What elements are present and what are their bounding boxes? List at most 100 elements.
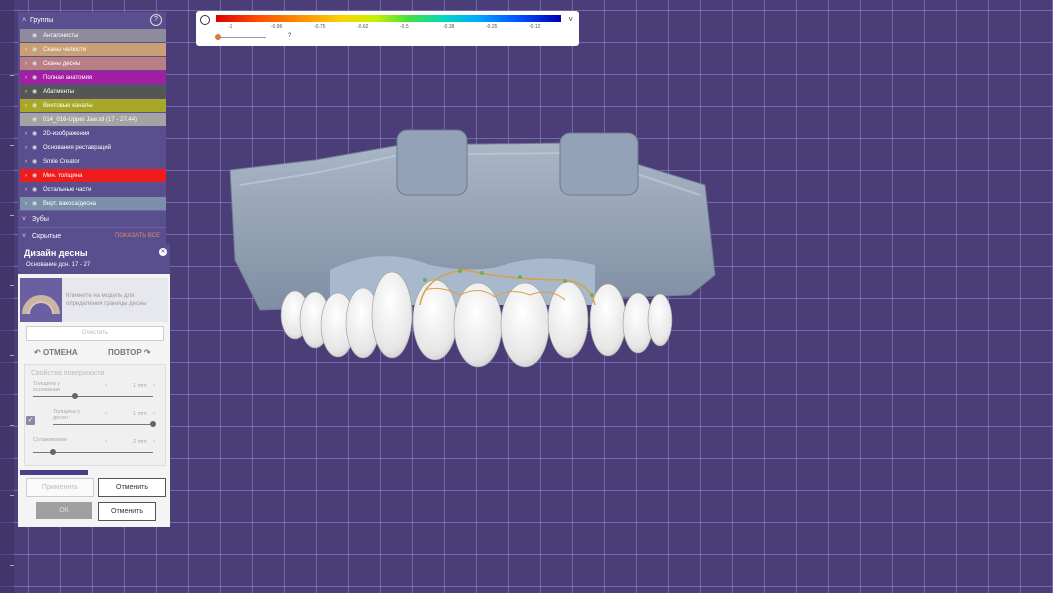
- eye-icon[interactable]: ◉: [32, 158, 40, 165]
- group-row[interactable]: › ◉ Остальные части: [20, 183, 166, 196]
- thickness-base-row: Толщина у основания ‹ 1 mm ›: [33, 381, 159, 401]
- eye-icon[interactable]: ◉: [32, 32, 40, 39]
- group-row[interactable]: › ◉ Абатменты: [20, 85, 166, 98]
- chevron-down-icon[interactable]: ˅: [22, 216, 32, 223]
- dental-model-viewport[interactable]: [220, 125, 730, 375]
- eye-icon[interactable]: ◉: [32, 46, 40, 53]
- group-row[interactable]: › ◉ Винтовые каналы: [20, 99, 166, 112]
- eye-icon[interactable]: ◉: [32, 60, 40, 67]
- increment-icon[interactable]: ›: [153, 439, 155, 445]
- eye-icon[interactable]: ◉: [32, 186, 40, 193]
- teeth-section[interactable]: ˅ Зубы: [18, 210, 166, 227]
- group-row[interactable]: › ◉ Сканы десны: [20, 57, 166, 70]
- decrement-icon[interactable]: ‹: [105, 439, 107, 445]
- slider-handle[interactable]: [150, 421, 156, 427]
- group-label: Мин. толщина: [43, 172, 83, 179]
- chevron-up-icon[interactable]: ˄: [22, 17, 30, 24]
- scale-help[interactable]: ?: [288, 33, 291, 39]
- cancel-button-2[interactable]: Отменить: [98, 502, 156, 521]
- increment-icon[interactable]: ›: [153, 383, 155, 389]
- scale-tick-label: -0.38: [443, 24, 455, 30]
- group-label: Остальные части: [43, 186, 92, 193]
- thickness-tooth-checkbox[interactable]: ✓: [26, 416, 35, 425]
- panel-header: Дизайн десны Основание дсн. 17 - 27 ✕: [18, 244, 170, 274]
- chevron-right-icon[interactable]: ›: [20, 145, 32, 151]
- group-row[interactable]: › ◉ Полная анатомия: [20, 71, 166, 84]
- increment-icon[interactable]: ›: [153, 411, 155, 417]
- eye-icon[interactable]: ◉: [32, 102, 40, 109]
- group-row[interactable]: ◉ Антагонисты: [20, 29, 166, 42]
- scale-tick-label: -1: [228, 24, 233, 30]
- slider-handle[interactable]: [72, 393, 78, 399]
- chevron-right-icon[interactable]: ›: [20, 47, 32, 53]
- eye-icon[interactable]: ◉: [32, 74, 40, 81]
- groups-panel: ˄ Группы ? ◉ Антагонисты › ◉ Сканы челюсти › ◉…: [18, 12, 166, 244]
- group-row[interactable]: › ◉ Вирт. вакоса/десна: [20, 197, 166, 210]
- group-row[interactable]: › ◉ Сканы челюсти: [20, 43, 166, 56]
- chevron-down-icon[interactable]: ˅: [22, 233, 32, 240]
- hidden-label: Скрытые: [32, 232, 62, 240]
- chevron-right-icon[interactable]: ›: [20, 201, 32, 207]
- eye-icon[interactable]: ◉: [32, 172, 40, 179]
- scale-tick-label: -0.12: [529, 24, 541, 30]
- close-icon[interactable]: ✕: [159, 248, 167, 256]
- group-label: Smile Creator: [43, 158, 80, 165]
- gingiva-design-panel: Дизайн десны Основание дсн. 17 - 27 ✕ Кл…: [18, 244, 170, 527]
- chevron-right-icon[interactable]: ›: [20, 89, 32, 95]
- redo-icon: ↷: [141, 348, 151, 357]
- chevron-right-icon[interactable]: ›: [20, 61, 32, 67]
- undo-icon: ↶: [34, 348, 43, 357]
- slider-handle[interactable]: [215, 34, 221, 40]
- chevron-right-icon[interactable]: ›: [20, 131, 32, 137]
- groups-header[interactable]: ˄ Группы: [18, 12, 166, 28]
- help-icon[interactable]: ?: [150, 14, 162, 26]
- chevron-right-icon[interactable]: ›: [20, 173, 32, 179]
- hidden-section[interactable]: ˅ Скрытые ПОКАЗАТЬ ВСЕ: [18, 227, 166, 244]
- eye-icon[interactable]: ◉: [32, 144, 40, 151]
- chevron-right-icon[interactable]: ›: [20, 75, 32, 81]
- chevron-right-icon[interactable]: ›: [20, 103, 32, 109]
- scale-tick-label: -0.5: [400, 24, 409, 30]
- group-label: 014_016-Upper Jaw.stl (17 - 27.44): [43, 116, 138, 123]
- chevron-right-icon[interactable]: ›: [20, 187, 32, 193]
- thickness-base-slider[interactable]: [33, 396, 153, 397]
- eye-icon[interactable]: ◉: [32, 88, 40, 95]
- scale-tick-label: -0.62: [357, 24, 369, 30]
- group-row[interactable]: › ◉ Smile Creator: [20, 155, 166, 168]
- left-ruler: [0, 0, 14, 593]
- eye-icon[interactable]: ◉: [32, 116, 40, 123]
- show-all-button[interactable]: ПОКАЗАТЬ ВСЕ: [115, 233, 160, 239]
- eye-icon[interactable]: ◉: [32, 130, 40, 137]
- ok-button[interactable]: ОК: [36, 502, 92, 519]
- redo-button[interactable]: ПОВТОР ↷: [108, 348, 151, 357]
- smoothing-label: Сглаживание: [33, 437, 67, 443]
- undo-button[interactable]: ↶ ОТМЕНА: [34, 348, 78, 357]
- panel-title: Дизайн десны: [24, 248, 88, 258]
- group-label: Сканы десны: [43, 60, 81, 67]
- group-label: Основания реставраций: [43, 144, 112, 151]
- decrement-icon[interactable]: ‹: [105, 383, 107, 389]
- chevron-down-icon[interactable]: ˅: [568, 15, 573, 24]
- color-gradient-bar: [216, 15, 561, 22]
- chevron-right-icon[interactable]: ›: [20, 159, 32, 165]
- group-label: Антагонисты: [43, 32, 79, 39]
- thickness-tooth-label: Толщина у десен: [53, 409, 81, 421]
- scale-tick-label: -0.75: [314, 24, 326, 30]
- gauge-icon[interactable]: [200, 15, 210, 25]
- thickness-tooth-slider[interactable]: [53, 424, 153, 425]
- group-row[interactable]: ◉ 014_016-Upper Jaw.stl (17 - 27.44): [20, 113, 166, 126]
- group-label: 2D-изображения: [43, 130, 90, 137]
- clear-button[interactable]: Очистить: [26, 326, 164, 341]
- apply-button[interactable]: Применить: [26, 478, 94, 497]
- scale-tick-label: -0.25: [486, 24, 498, 30]
- thickness-base-value: 1 mm: [133, 383, 147, 389]
- scale-slider[interactable]: [216, 37, 266, 38]
- decrement-icon[interactable]: ‹: [105, 411, 107, 417]
- group-row[interactable]: › ◉ Основания реставраций: [20, 141, 166, 154]
- eye-icon[interactable]: ◉: [32, 200, 40, 207]
- slider-handle[interactable]: [50, 449, 57, 455]
- group-row[interactable]: › ◉ 2D-изображения: [20, 127, 166, 140]
- hint-box: Кликните на модель для определения грани…: [20, 278, 168, 322]
- cancel-button[interactable]: Отменить: [98, 478, 166, 497]
- group-row[interactable]: › ◉ Мин. толщина: [20, 169, 166, 182]
